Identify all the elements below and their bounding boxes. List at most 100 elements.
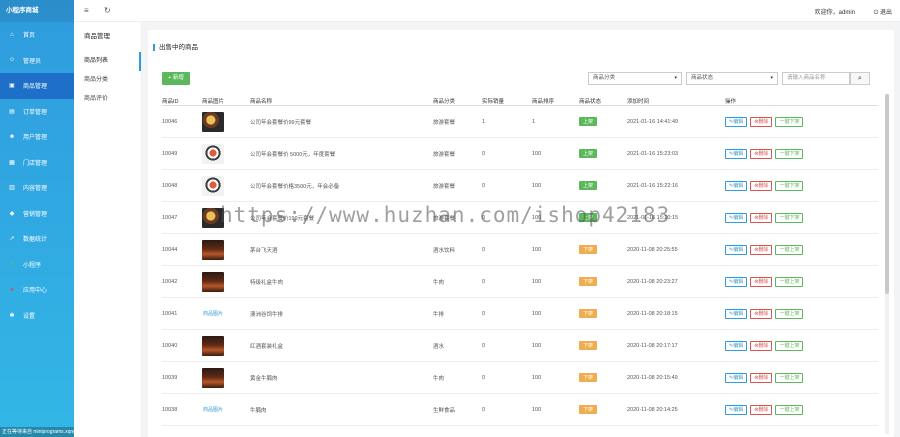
product-thumbnail xyxy=(202,239,224,260)
subnav: 商品管理 商品列表 商品分类 商品评价 xyxy=(74,22,142,437)
shelf-button[interactable]: 一键下架 xyxy=(775,180,804,191)
cell-id: 10044 xyxy=(162,246,178,253)
status-badge: 下架 xyxy=(579,245,598,254)
shelf-button[interactable]: 一键上架 xyxy=(775,276,804,287)
search-button[interactable]: ⌕ xyxy=(850,72,870,85)
edit-button[interactable]: ✎编辑 xyxy=(725,340,748,351)
edit-button-label: 编辑 xyxy=(733,406,744,413)
menu-toggle-icon[interactable]: ≡ xyxy=(84,6,89,15)
shelf-button[interactable]: 一键上架 xyxy=(775,340,804,351)
shelf-button[interactable]: 一键上架 xyxy=(775,404,804,415)
edit-button[interactable]: ✎编辑 xyxy=(725,148,748,159)
delete-button[interactable]: ⊗删除 xyxy=(750,180,773,191)
sidebar-item[interactable]: ● 应用中心 xyxy=(0,277,74,303)
cell-sort: 100 xyxy=(532,406,542,413)
sidebar-item[interactable]: ⌂ 首页 xyxy=(0,22,74,48)
sidebar-item[interactable]: ↗ 数据统计 xyxy=(0,226,74,252)
cell-status: 下架 xyxy=(579,309,627,318)
sidebar-item-label: 小程序 xyxy=(23,262,42,269)
table-row: 10049 公司年会套餐价 5000元，年度套餐 旅游套餐 0 100 上架 2021-01… xyxy=(162,138,878,170)
add-product-button[interactable]: + 新增 xyxy=(162,72,190,85)
cell-status: 上架 xyxy=(579,149,627,158)
edit-button[interactable]: ✎编辑 xyxy=(725,372,748,383)
table-row: 10041 商品图片 澳洲谷饲牛排 牛排 0 100 下架 2020-11-08 20:18:… xyxy=(162,298,878,330)
sidebar-item[interactable]: ✱ 设置 xyxy=(0,303,74,329)
sidebar-item[interactable]: ▣ 商品管理 xyxy=(0,73,74,99)
shelf-button[interactable]: 一键下架 xyxy=(775,116,804,127)
status-badge: 上架 xyxy=(579,213,598,222)
delete-button[interactable]: ⊗删除 xyxy=(750,372,773,383)
cell-time: 2020-11-08 20:15:49 xyxy=(627,374,678,381)
product-thumbnail xyxy=(202,143,224,164)
shelf-button[interactable]: 一键下架 xyxy=(775,212,804,223)
shelf-button[interactable]: 一键下架 xyxy=(775,148,804,159)
edit-button-label: 编辑 xyxy=(733,278,744,285)
category-select[interactable]: 商品分类 ▾ xyxy=(588,72,682,85)
delete-button[interactable]: ⊗删除 xyxy=(750,276,773,287)
cell-name: 公司年会套餐价199元套餐 xyxy=(250,215,315,222)
status-select[interactable]: 商品状态 ▾ xyxy=(686,72,778,85)
cell-name: 特级礼盒牛肉 xyxy=(250,279,284,286)
delete-button[interactable]: ⊗删除 xyxy=(750,212,773,223)
edit-button[interactable]: ✎编辑 xyxy=(725,276,748,287)
edit-button[interactable]: ✎编辑 xyxy=(725,308,748,319)
shelf-button[interactable]: 一键上架 xyxy=(775,308,804,319)
cell-actions: ✎编辑 ⊗删除 一键上架 xyxy=(725,244,878,255)
top-bar: ≡ ↻ 欢迎你，admin ⏻ 退出 xyxy=(74,0,900,22)
cell-name: 牛腩肉 xyxy=(250,407,267,414)
edit-button-label: 编辑 xyxy=(733,150,744,157)
sidebar-item[interactable]: ▥ 内容管理 xyxy=(0,175,74,201)
shelf-button[interactable]: 一键上架 xyxy=(775,372,804,383)
logout-button[interactable]: ⏻ 退出 xyxy=(874,7,892,17)
delete-button[interactable]: ⊗删除 xyxy=(750,148,773,159)
sidebar-item-label: 营销管理 xyxy=(23,211,48,218)
sidebar-item[interactable]: ● 小程序 xyxy=(0,252,74,278)
scrollbar[interactable] xyxy=(885,94,889,434)
product-table: 商品ID 商品图片 商品名称 商品分类 实际销量 商品排序 商品状态 添加时间 … xyxy=(162,96,878,437)
scrollbar-thumb[interactable] xyxy=(885,94,889,294)
edit-button[interactable]: ✎编辑 xyxy=(725,404,748,415)
table-row: 10035商品图片精选西冷牛排生鲜食品0100下架2020-11-08 20:0… xyxy=(162,426,878,437)
edit-button[interactable]: ✎编辑 xyxy=(725,244,748,255)
refresh-icon[interactable]: ↻ xyxy=(104,6,111,15)
cell-category: 旅游套餐 xyxy=(433,215,456,222)
product-thumbnail: 商品图片 xyxy=(202,399,224,420)
cell-status: 下架 xyxy=(579,277,627,286)
edit-button[interactable]: ✎编辑 xyxy=(725,180,748,191)
shelf-button[interactable]: 一键上架 xyxy=(775,244,804,255)
edit-button[interactable]: ✎编辑 xyxy=(725,116,748,127)
sidebar-item[interactable]: ▦ 门店管理 xyxy=(0,150,74,176)
users-icon: ☻ xyxy=(8,133,16,140)
subnav-item[interactable]: 商品列表 xyxy=(74,52,141,71)
cell-status: 下架 xyxy=(579,245,627,254)
delete-button-label: 删除 xyxy=(758,374,769,381)
sidebar-item[interactable]: ◆ 营销管理 xyxy=(0,201,74,227)
delete-button[interactable]: ⊗删除 xyxy=(750,404,773,415)
header-id: 商品ID xyxy=(162,98,179,105)
cell-sales: 0 xyxy=(482,278,486,285)
delete-button[interactable]: ⊗删除 xyxy=(750,308,773,319)
subnav-item[interactable]: 商品分类 xyxy=(74,71,141,90)
shelf-button-label: 一键上架 xyxy=(779,406,800,413)
search-input[interactable]: 请输入商品名称 xyxy=(782,72,850,85)
header-op: 操作 xyxy=(725,98,737,105)
sidebar-item[interactable]: ▤ 订单管理 xyxy=(0,99,74,125)
subnav-item[interactable]: 商品评价 xyxy=(74,90,141,109)
user-icon: ☺ xyxy=(8,57,16,64)
delete-button[interactable]: ⊗删除 xyxy=(750,116,773,127)
sidebar-item-label: 商品管理 xyxy=(23,84,48,91)
edit-button-label: 编辑 xyxy=(733,182,744,189)
cell-id: 10049 xyxy=(162,150,178,157)
cell-sort: 100 xyxy=(532,182,542,189)
delete-button[interactable]: ⊗删除 xyxy=(750,244,773,255)
table-row: 10039 黄金牛腩肉 牛肉 0 100 下架 2020-11-08 20:15:49 ✎编辑… xyxy=(162,362,878,394)
chart-icon: ↗ xyxy=(9,236,15,243)
delete-button[interactable]: ⊗删除 xyxy=(750,340,773,351)
cell-img: 商品图片 xyxy=(202,399,250,420)
sidebar-item-label: 数据统计 xyxy=(23,237,48,244)
cell-actions: ✎编辑 ⊗删除 一键上架 xyxy=(725,308,878,319)
cell-img xyxy=(202,239,250,260)
edit-button[interactable]: ✎编辑 xyxy=(725,212,748,223)
sidebar-item[interactable]: ☻ 用户管理 xyxy=(0,124,74,150)
sidebar-item[interactable]: ☺ 管理员 xyxy=(0,48,74,74)
